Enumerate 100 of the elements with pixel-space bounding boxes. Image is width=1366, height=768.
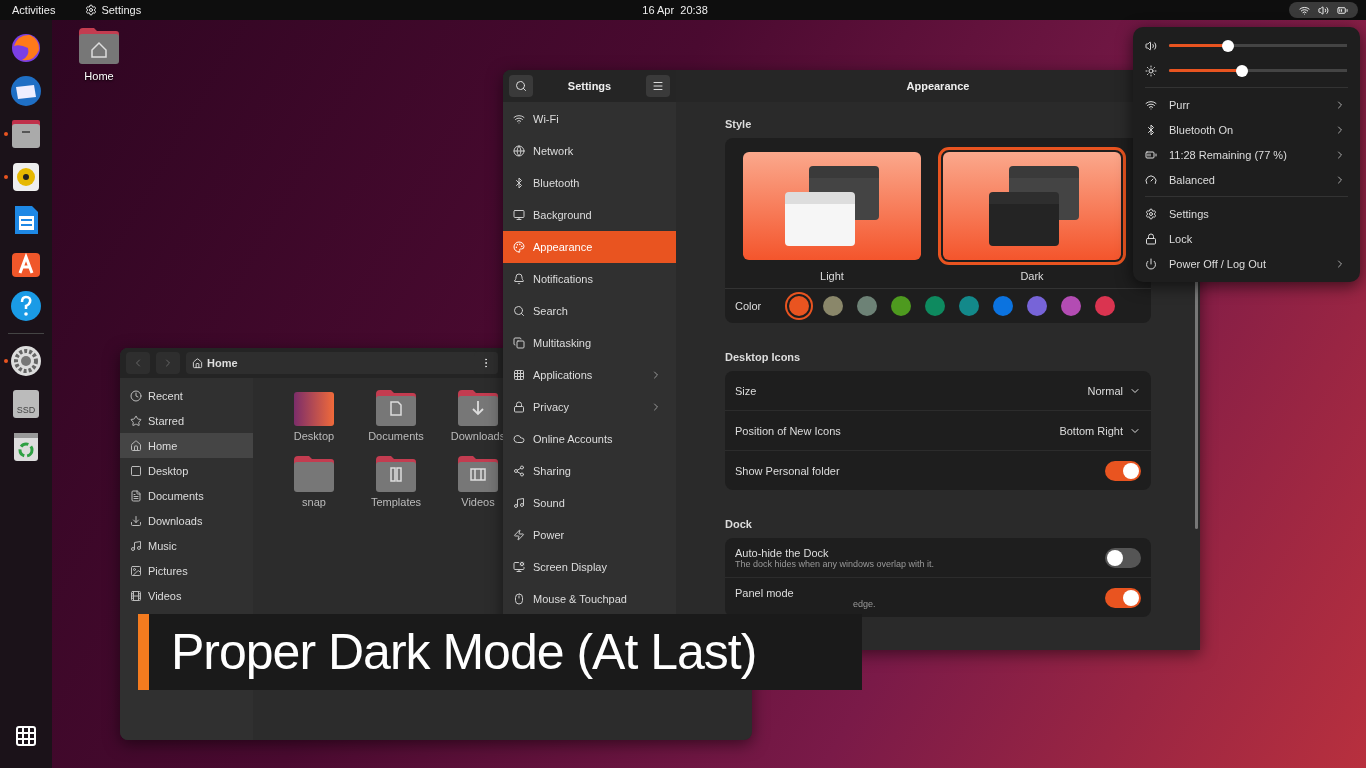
sidebar-item[interactable]: Downloads bbox=[120, 508, 253, 533]
app-menu[interactable]: Settings bbox=[101, 4, 142, 16]
clock[interactable]: 16 Apr 20:38 bbox=[141, 4, 1289, 16]
color-swatch[interactable] bbox=[1061, 296, 1081, 316]
caption-text: Proper Dark Mode (At Last) bbox=[170, 623, 757, 681]
folder-label[interactable]: Videos bbox=[461, 496, 495, 508]
sidebar-item[interactable]: Multitasking bbox=[503, 327, 676, 359]
slider-thumb[interactable] bbox=[1221, 39, 1234, 52]
search-icon bbox=[515, 80, 527, 92]
app-grid-icon[interactable] bbox=[14, 724, 38, 748]
sidebar-item[interactable]: Home bbox=[120, 433, 253, 458]
gear-icon[interactable] bbox=[10, 345, 42, 377]
sidebar-item[interactable]: Applications bbox=[503, 359, 676, 391]
toggle-switch[interactable] bbox=[1105, 547, 1141, 568]
path-label: Home bbox=[207, 357, 238, 369]
folder-label[interactable]: snap bbox=[302, 496, 326, 508]
display-icon bbox=[513, 561, 525, 573]
sidebar-item[interactable]: Pictures bbox=[120, 558, 253, 583]
sidebar-item[interactable]: Online Accounts bbox=[503, 423, 676, 455]
sidebar-item[interactable]: Videos bbox=[120, 583, 253, 608]
wifi-icon bbox=[1299, 4, 1310, 16]
document-icon bbox=[130, 489, 142, 502]
desktop-icon-label[interactable]: Home bbox=[84, 70, 114, 82]
color-swatch[interactable] bbox=[789, 296, 809, 316]
sidebar-item[interactable]: Screen Display bbox=[503, 551, 676, 583]
menu-item[interactable]: Power Off / Log Out bbox=[1133, 251, 1360, 276]
bluetooth-icon bbox=[513, 177, 525, 189]
folder-icon[interactable] bbox=[293, 390, 335, 426]
fox-globe-icon[interactable] bbox=[10, 32, 42, 64]
sidebar-item[interactable]: Background bbox=[503, 199, 676, 231]
system-tray[interactable] bbox=[1289, 2, 1358, 18]
speaker-icon[interactable] bbox=[10, 161, 42, 193]
dropdown[interactable]: Normal bbox=[1087, 384, 1141, 397]
folder-label[interactable]: Documents bbox=[368, 430, 424, 442]
drawer-icon[interactable] bbox=[10, 118, 42, 150]
sidebar-item[interactable]: Starred bbox=[120, 408, 253, 433]
folder-icon[interactable] bbox=[457, 456, 499, 492]
home-folder-icon[interactable] bbox=[78, 28, 120, 64]
slider-thumb[interactable] bbox=[1235, 64, 1248, 77]
sidebar-item[interactable]: Bluetooth bbox=[503, 167, 676, 199]
sidebar-item[interactable]: Mouse & Touchpad bbox=[503, 583, 676, 615]
activities-button[interactable]: Activities bbox=[12, 4, 56, 16]
path-bar[interactable]: Home bbox=[186, 352, 498, 374]
folder-label[interactable]: Desktop bbox=[293, 430, 335, 442]
search-button[interactable] bbox=[509, 75, 533, 97]
setting-label: Panel mode bbox=[735, 586, 795, 599]
sidebar-item[interactable]: Notifications bbox=[503, 263, 676, 295]
sidebar-item[interactable]: Sharing bbox=[503, 455, 676, 487]
sidebar-item[interactable]: Power bbox=[503, 519, 676, 551]
page-title: Appearance bbox=[906, 80, 970, 92]
sidebar-item[interactable]: Appearance bbox=[503, 231, 676, 263]
folder-icon[interactable] bbox=[457, 390, 499, 426]
style-label: Dark bbox=[1020, 270, 1044, 282]
setting-label: Show Personal folder bbox=[735, 464, 841, 477]
window-title: Settings bbox=[567, 80, 612, 92]
sidebar-item[interactable]: Music bbox=[120, 533, 253, 558]
color-label: Color bbox=[735, 300, 763, 312]
monitor-icon bbox=[513, 209, 525, 221]
menu-item[interactable]: Bluetooth On bbox=[1133, 117, 1360, 142]
sidebar-item[interactable]: Recent bbox=[120, 383, 253, 408]
windows-icon bbox=[513, 337, 525, 349]
folder-icon[interactable] bbox=[375, 390, 417, 426]
gauge-icon bbox=[1145, 173, 1157, 186]
envelope-icon[interactable] bbox=[10, 75, 42, 107]
toggle-switch[interactable] bbox=[1105, 587, 1141, 608]
setting-label: Auto-hide the Dock bbox=[735, 546, 830, 559]
color-swatch[interactable] bbox=[823, 296, 843, 316]
help-icon[interactable] bbox=[10, 290, 42, 322]
style-preview-drawing[interactable] bbox=[743, 152, 921, 260]
section-heading: Style bbox=[725, 118, 753, 130]
color-swatch[interactable] bbox=[891, 296, 911, 316]
lock-icon bbox=[1145, 232, 1157, 245]
drive-icon[interactable]: SSD bbox=[10, 388, 42, 420]
sidebar-item[interactable]: Documents bbox=[120, 483, 253, 508]
menu-item[interactable]: Balanced bbox=[1133, 167, 1360, 192]
menu-item[interactable]: Lock bbox=[1133, 226, 1360, 251]
color-swatch[interactable] bbox=[993, 296, 1013, 316]
menu-item[interactable]: Purr bbox=[1133, 92, 1360, 117]
sidebar-item[interactable]: Sound bbox=[503, 487, 676, 519]
folder-icon[interactable] bbox=[375, 456, 417, 492]
menu-item[interactable]: Settings bbox=[1133, 201, 1360, 226]
sidebar-item[interactable]: Network bbox=[503, 135, 676, 167]
folder-label[interactable]: Downloads bbox=[450, 430, 506, 442]
color-swatch[interactable] bbox=[1095, 296, 1115, 316]
sidebar-item[interactable]: Search bbox=[503, 295, 676, 327]
sidebar-item[interactable]: Wi-Fi bbox=[503, 103, 676, 135]
lock-icon bbox=[513, 401, 525, 413]
volume-icon bbox=[1318, 4, 1329, 16]
color-swatch[interactable] bbox=[857, 296, 877, 316]
toggle-switch[interactable] bbox=[1105, 460, 1141, 481]
menu-item[interactable]: 11:28 Remaining (77 %) bbox=[1133, 142, 1360, 167]
menu-button[interactable] bbox=[646, 75, 670, 97]
bell-icon bbox=[513, 273, 525, 285]
dropdown[interactable]: Bottom Right bbox=[1059, 424, 1141, 437]
color-swatch[interactable] bbox=[959, 296, 979, 316]
sidebar-item[interactable]: Privacy bbox=[503, 391, 676, 423]
color-swatch[interactable] bbox=[925, 296, 945, 316]
sidebar-item[interactable]: Desktop bbox=[120, 458, 253, 483]
color-swatch[interactable] bbox=[1027, 296, 1047, 316]
folder-label[interactable]: Templates bbox=[370, 496, 422, 508]
